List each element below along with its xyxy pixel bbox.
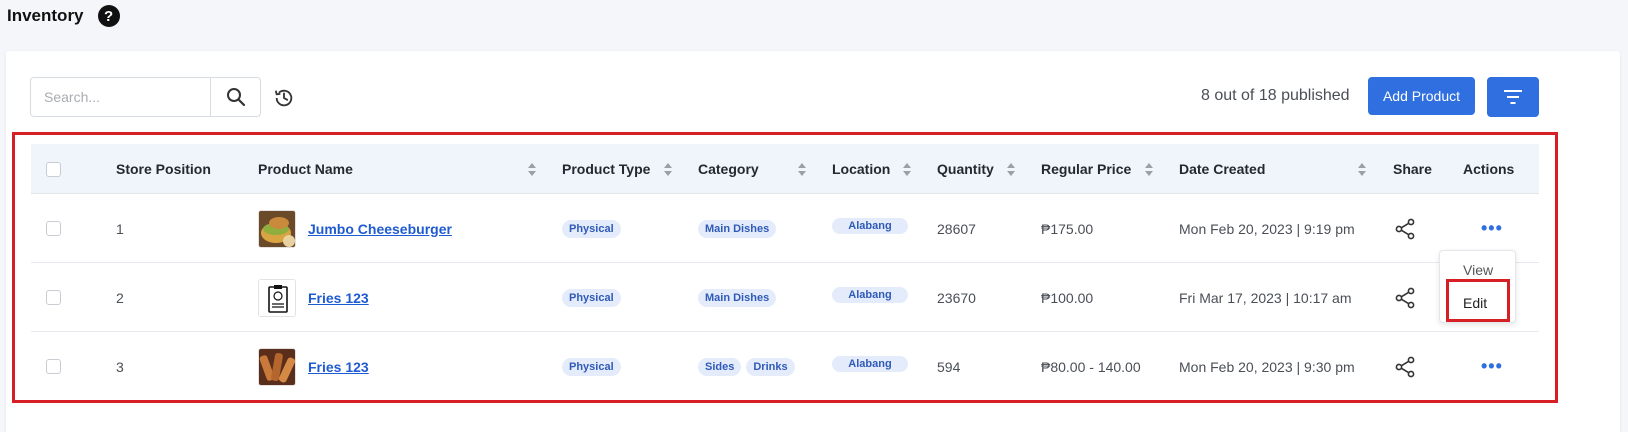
publish-count: 8 out of 18 published (1201, 87, 1350, 104)
history-icon (274, 89, 293, 107)
filter-icon (1504, 90, 1522, 104)
filter-button[interactable] (1487, 77, 1539, 117)
table-highlight-box (12, 132, 1558, 403)
inventory-card: 8 out of 18 published Add Product Store … (6, 51, 1620, 432)
add-product-button[interactable]: Add Product (1368, 77, 1475, 115)
history-button[interactable] (271, 85, 297, 111)
edit-highlight-box (1446, 279, 1510, 322)
help-icon[interactable]: ? (97, 5, 120, 27)
search-button[interactable] (210, 78, 260, 116)
search-icon (226, 88, 245, 107)
page-header: Inventory ? (7, 5, 120, 27)
search-box (30, 77, 261, 117)
search-input[interactable] (31, 78, 210, 116)
page-title: Inventory (7, 6, 84, 25)
